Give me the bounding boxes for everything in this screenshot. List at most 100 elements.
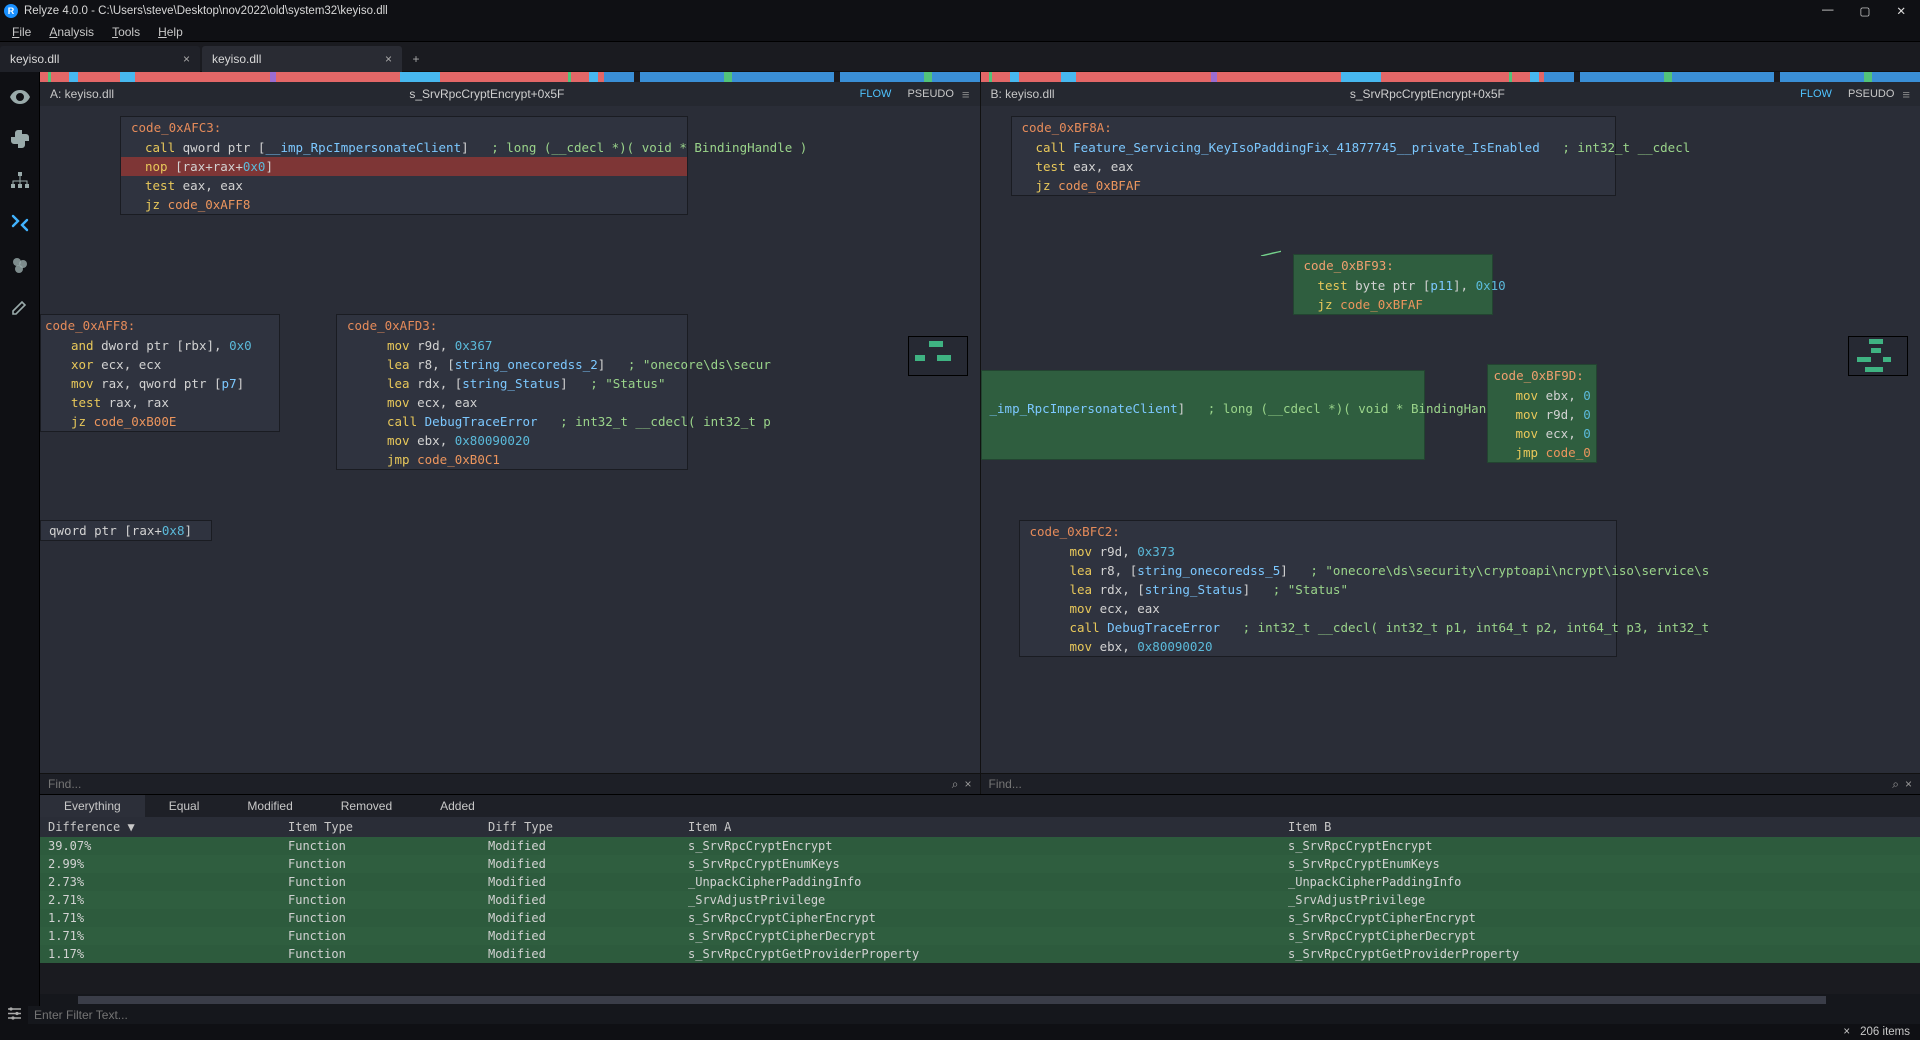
tab-keyiso-1[interactable]: keyiso.dll × xyxy=(0,46,200,72)
window-title: Relyze 4.0.0 - C:\Users\steve\Desktop\no… xyxy=(24,5,388,17)
flow-button[interactable]: FLOW xyxy=(1800,88,1832,100)
table-row[interactable]: 2.99%FunctionModifieds_SrvRpcCryptEnumKe… xyxy=(40,855,1920,873)
segment-map-b-2[interactable] xyxy=(1544,72,1920,82)
tab-close-icon[interactable]: × xyxy=(385,52,392,66)
col-item-b[interactable]: Item B xyxy=(1280,817,1880,837)
node-header: code_0xAFC3: xyxy=(121,117,687,138)
menu-help[interactable]: Help xyxy=(150,23,191,41)
eye-icon[interactable] xyxy=(9,86,31,108)
node-header: code_0xBFC2: xyxy=(1020,521,1616,542)
node-afc3[interactable]: code_0xAFC3: call qword ptr [__imp_RpcIm… xyxy=(120,116,688,215)
diff-panel: Everything Equal Modified Removed Added … xyxy=(40,794,1920,1006)
segment-map-b[interactable] xyxy=(981,72,1545,82)
close-icon[interactable]: × xyxy=(964,777,971,791)
app-logo-icon: R xyxy=(4,4,18,18)
scrollbar-horizontal[interactable] xyxy=(40,994,1920,1006)
footer: × 206 items xyxy=(0,1006,1920,1040)
settings-icon[interactable] xyxy=(0,1006,28,1024)
diff-tab-everything[interactable]: Everything xyxy=(40,795,145,817)
flow-canvas-b[interactable]: code_0xBF8A: call Feature_Servicing_KeyI… xyxy=(981,106,1920,773)
find-input-a[interactable] xyxy=(48,777,946,791)
maximize-icon[interactable]: ▢ xyxy=(1859,4,1870,18)
menu-analysis[interactable]: Analysis xyxy=(41,23,102,41)
code-line: jmp code_0 xyxy=(1488,443,1596,462)
col-item-a[interactable]: Item A xyxy=(680,817,1280,837)
pseudo-button[interactable]: PSEUDO xyxy=(1848,88,1894,100)
pane-options-icon[interactable]: ≡ xyxy=(1902,87,1910,102)
pane-b: B: keyiso.dll s_SrvRpcCryptEncrypt+0x5F … xyxy=(980,72,1920,794)
code-line: call DebugTraceError ; int32_t __cdecl( … xyxy=(1020,618,1616,637)
tab-close-icon[interactable]: × xyxy=(183,52,190,66)
node-big-green[interactable]: _imp_RpcImpersonateClient] ; long (__cde… xyxy=(981,370,1425,460)
flow-button[interactable]: FLOW xyxy=(860,88,892,100)
code-line: mov ecx, 0 xyxy=(1488,424,1596,443)
menu-tools[interactable]: Tools xyxy=(104,23,148,41)
code-line: lea r8, [string_onecoredss_5] ; "onecore… xyxy=(1020,561,1616,580)
pane-options-icon[interactable]: ≡ xyxy=(962,87,970,102)
table-row[interactable]: 1.71%FunctionModifieds_SrvRpcCryptCipher… xyxy=(40,927,1920,945)
menu-file[interactable]: File xyxy=(4,23,39,41)
diff-icon[interactable] xyxy=(9,212,31,234)
col-diff-type[interactable]: Diff Type xyxy=(480,817,680,837)
close-icon[interactable]: × xyxy=(1905,777,1912,791)
find-input-b[interactable] xyxy=(989,777,1887,791)
edit-icon[interactable] xyxy=(9,296,31,318)
layers-icon[interactable] xyxy=(9,254,31,276)
segment-map-a[interactable] xyxy=(40,72,604,82)
table-row[interactable]: 1.17%FunctionModifieds_SrvRpcCryptGetPro… xyxy=(40,945,1920,963)
table-row[interactable]: 1.71%FunctionModifieds_SrvRpcCryptCipher… xyxy=(40,909,1920,927)
diff-tab-equal[interactable]: Equal xyxy=(145,795,224,817)
minimize-icon[interactable]: — xyxy=(1822,4,1834,18)
hierarchy-icon[interactable] xyxy=(9,170,31,192)
code-line: call DebugTraceError ; int32_t __cdecl( … xyxy=(337,412,687,431)
code-line: lea rdx, [string_Status] ; "Status" xyxy=(1020,580,1616,599)
code-line: mov r9d, 0x373 xyxy=(1020,542,1616,561)
diff-rows[interactable]: 39.07%FunctionModifieds_SrvRpcCryptEncry… xyxy=(40,837,1920,994)
minimap[interactable] xyxy=(908,336,968,376)
node-afd3[interactable]: code_0xAFD3: mov r9d, 0x367 lea r8, [str… xyxy=(336,314,688,470)
code-line: mov ebx, 0x80090020 xyxy=(1020,637,1616,656)
node-aff8[interactable]: code_0xAFF8: and dword ptr [rbx], 0x0 xo… xyxy=(40,314,280,432)
col-difference[interactable]: Difference ▼ xyxy=(40,817,280,837)
table-row[interactable]: 2.71%FunctionModified_SrvAdjustPrivilege… xyxy=(40,891,1920,909)
diff-headers[interactable]: Difference ▼ Item Type Diff Type Item A … xyxy=(40,817,1920,837)
diff-tab-added[interactable]: Added xyxy=(416,795,499,817)
segment-map-a-2[interactable] xyxy=(604,72,980,82)
code-line: jmp code_0xB0C1 xyxy=(337,450,687,469)
pane-b-function: s_SrvRpcCryptEncrypt+0x5F xyxy=(1055,87,1801,101)
node-header: code_0xBF93: xyxy=(1294,255,1492,276)
code-line: jz code_0xBFAF xyxy=(1012,176,1615,195)
flow-canvas-a[interactable]: code_0xAFC3: call qword ptr [__imp_RpcIm… xyxy=(40,106,980,773)
pane-a-header: A: keyiso.dll s_SrvRpcCryptEncrypt+0x5F … xyxy=(40,82,980,106)
title-bar: R Relyze 4.0.0 - C:\Users\steve\Desktop\… xyxy=(0,0,1920,22)
table-row[interactable]: 2.73%FunctionModified_UnpackCipherPaddin… xyxy=(40,873,1920,891)
minimap[interactable] xyxy=(1848,336,1908,376)
tab-keyiso-2[interactable]: keyiso.dll × xyxy=(202,46,402,72)
code-line: jz code_0xAFF8 xyxy=(121,195,687,214)
plugin-icon[interactable] xyxy=(9,128,31,150)
node-bf93[interactable]: code_0xBF93: test byte ptr [p11], 0x10 j… xyxy=(1293,254,1493,315)
tab-label: keyiso.dll xyxy=(212,52,261,66)
col-item-type[interactable]: Item Type xyxy=(280,817,480,837)
diff-tab-modified[interactable]: Modified xyxy=(223,795,316,817)
pane-a: A: keyiso.dll s_SrvRpcCryptEncrypt+0x5F … xyxy=(40,72,980,794)
tab-add-button[interactable]: + xyxy=(404,46,428,71)
code-line: call Feature_Servicing_KeyIsoPaddingFix_… xyxy=(1012,138,1615,157)
node-bf8a[interactable]: code_0xBF8A: call Feature_Servicing_KeyI… xyxy=(1011,116,1616,196)
search-icon[interactable]: ⌕ xyxy=(1892,777,1899,792)
pseudo-button[interactable]: PSEUDO xyxy=(907,88,953,100)
activity-bar xyxy=(0,72,40,1006)
filter-input[interactable] xyxy=(28,1006,1920,1024)
code-line: test rax, rax xyxy=(41,393,279,412)
node-bf9d[interactable]: code_0xBF9D: mov ebx, 0 mov r9d, 0 mov e… xyxy=(1487,364,1597,463)
search-icon[interactable]: ⌕ xyxy=(952,777,959,792)
diff-tabs: Everything Equal Modified Removed Added xyxy=(40,795,1920,817)
node-bfc2[interactable]: code_0xBFC2: mov r9d, 0x373 lea r8, [str… xyxy=(1019,520,1617,657)
node-small[interactable]: qword ptr [rax+0x8] xyxy=(40,520,212,541)
pane-a-label: A: keyiso.dll xyxy=(50,87,114,101)
close-icon[interactable]: ✕ xyxy=(1896,4,1906,18)
status-close-icon[interactable]: × xyxy=(1843,1026,1850,1038)
table-row[interactable]: 39.07%FunctionModifieds_SrvRpcCryptEncry… xyxy=(40,837,1920,855)
tab-label: keyiso.dll xyxy=(10,52,59,66)
diff-tab-removed[interactable]: Removed xyxy=(317,795,416,817)
